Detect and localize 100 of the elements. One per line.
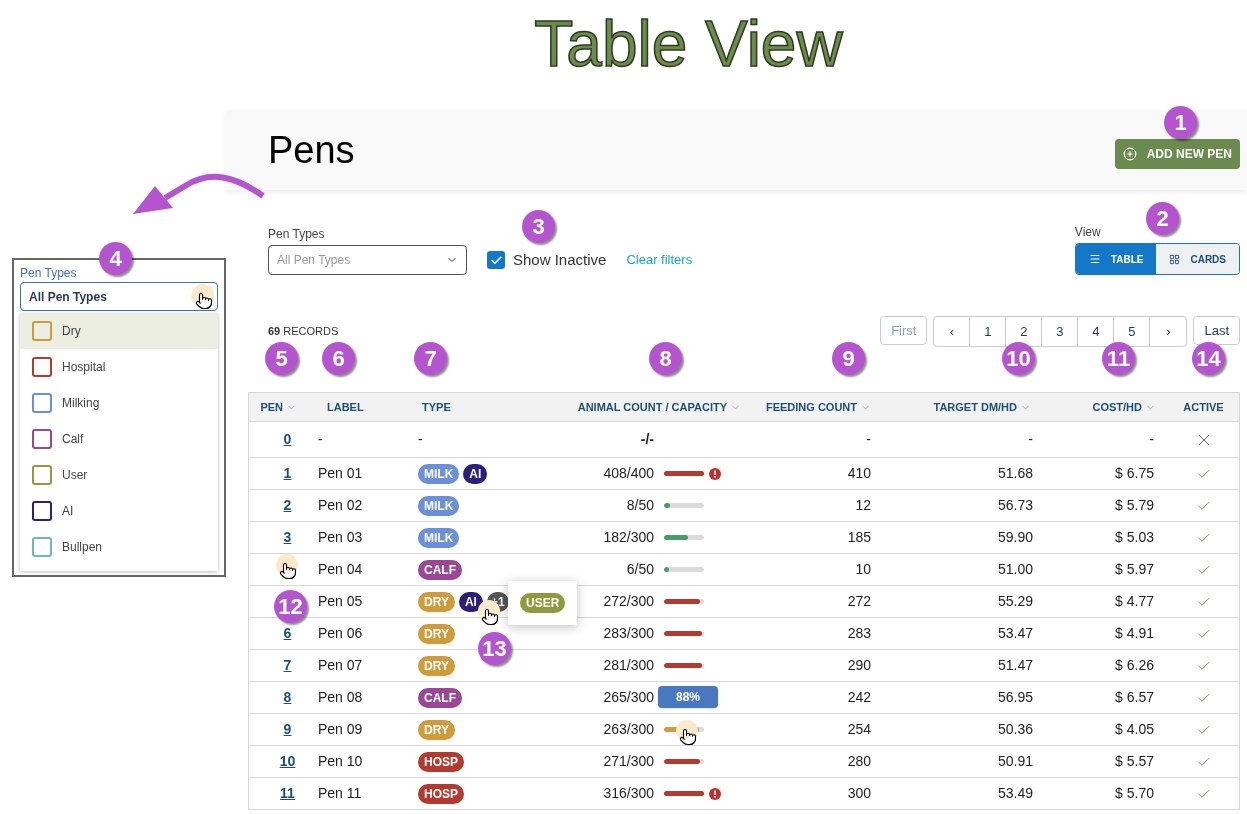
table-cell-text: $ 4.05	[1114, 720, 1155, 739]
table-cell-text: $ 5.97	[1114, 560, 1155, 579]
hand-cursor-icon	[276, 554, 298, 580]
dropdown-option[interactable]: Dry	[20, 313, 218, 349]
column-header[interactable]: FEEDING COUNT	[765, 398, 871, 416]
table-cell-text: Pen 01	[317, 464, 364, 483]
type-tag: HOSP	[418, 751, 464, 772]
field-label: View	[1074, 224, 1102, 241]
table-cell-text: 283	[846, 624, 872, 643]
table-cell-text: Pen 03	[317, 528, 364, 547]
callout-badge: 13	[478, 632, 511, 665]
table-cell-text: Pen 04	[317, 560, 364, 579]
dropdown-option[interactable]: User	[20, 457, 218, 493]
dropdown-option[interactable]: Hospital	[20, 349, 218, 385]
table-cell-text: 271/300	[602, 752, 654, 771]
table-cell-text: 283/300	[602, 624, 654, 643]
hand-cursor-icon	[676, 720, 698, 746]
callout-badge: 2	[1146, 202, 1179, 235]
percent-tooltip: 88%	[658, 686, 718, 708]
table-cell-text: Pen 06	[317, 624, 364, 643]
add-button[interactable]: ADD NEW PEN	[1114, 139, 1240, 169]
callout-badge: 9	[832, 342, 865, 375]
table-cell-text: -/-	[639, 430, 654, 449]
type-tag: MILK	[418, 463, 460, 484]
column-header: LABEL	[327, 399, 364, 415]
pen-link[interactable]: 6	[283, 623, 292, 644]
table-cell-text: 316/300	[602, 784, 654, 803]
pen-link[interactable]: 3	[283, 527, 292, 548]
table-cell-text: 300	[846, 784, 872, 803]
table-cell-text: $ 4.91	[1114, 624, 1155, 643]
table-cell-text: 281/300	[602, 656, 654, 675]
pen-link[interactable]: 10	[279, 751, 296, 772]
table-cell-text: 56.73	[996, 496, 1034, 515]
callout-badge: 3	[522, 210, 555, 243]
option-label: Dry	[62, 323, 81, 340]
type-tag: DRY	[418, 719, 455, 740]
table-cell-text: 280	[846, 752, 872, 771]
pen-link[interactable]: 8	[283, 687, 292, 708]
table-cell-text: Pen 05	[317, 592, 364, 611]
table-cell-text: 272/300	[602, 592, 654, 611]
page-button[interactable]: 1	[970, 317, 1007, 346]
option-label: Hospital	[62, 359, 106, 376]
pen-link[interactable]: 0	[283, 429, 292, 450]
callout-badge: 10	[1002, 342, 1035, 375]
pen-link[interactable]: 1	[283, 463, 292, 484]
field-label: Pen Types	[20, 265, 78, 282]
table-cell-text: $ 6.75	[1114, 464, 1155, 483]
type-tag: MILK	[418, 495, 460, 516]
column-header: ACTIVE	[1183, 399, 1224, 415]
type-tag: HOSP	[418, 783, 464, 804]
dropdown-option[interactable]: Bullpen	[20, 529, 218, 565]
check-icon	[489, 253, 503, 267]
table-cell-text: 12	[854, 496, 872, 515]
table-cell-text: 263/300	[602, 720, 654, 739]
callout-badge: 14	[1192, 342, 1225, 375]
view-toggle[interactable]: CARDS	[1156, 244, 1239, 274]
pen-link[interactable]: 7	[283, 655, 292, 676]
view-toggle[interactable]: TABLE	[1075, 244, 1157, 274]
table-cell-text: Pen 02	[317, 496, 364, 515]
dropdown-option[interactable]: AI	[20, 493, 218, 529]
type-tag: DRY	[418, 623, 455, 644]
column-header[interactable]: COST/HD	[1092, 398, 1156, 416]
table-cell-text: $ 6.26	[1114, 656, 1155, 675]
page-button[interactable]: 3	[1042, 317, 1079, 346]
type-tag: MILK	[418, 527, 460, 548]
dropdown-option[interactable]: Calf	[20, 421, 218, 457]
table-cell-text: 290	[846, 656, 872, 675]
column-header[interactable]: ANIMAL COUNT / CAPACITY	[577, 398, 741, 416]
table-cell-text: Pen 08	[317, 688, 364, 707]
dropdown-option[interactable]: Milking	[20, 385, 218, 421]
type-tag: DRY	[418, 591, 455, 612]
table-cell-text: Pen 10	[317, 752, 364, 771]
table-cell-text: $ 5.70	[1114, 784, 1155, 803]
table-cell-text: 408/400	[602, 464, 654, 483]
callout-badge: 11	[1102, 342, 1135, 375]
option-label: User	[62, 467, 88, 484]
pen-link[interactable]: 2	[283, 495, 292, 516]
table-cell-text: 182/300	[602, 528, 654, 547]
column-header[interactable]: PEN	[260, 398, 297, 416]
checkbox[interactable]	[487, 251, 505, 269]
page-button[interactable]: ‹	[934, 317, 971, 346]
table-cell-text: $ 5.57	[1114, 752, 1155, 771]
table-cell-text: 53.47	[996, 624, 1034, 643]
checkbox-label: Show Inactive	[513, 249, 607, 270]
field-label: Pen Types	[268, 226, 326, 243]
table-cell-text: 51.47	[996, 656, 1034, 675]
column-header[interactable]: TARGET DM/HD	[933, 398, 1031, 416]
page-button[interactable]: ›	[1150, 317, 1187, 346]
option-label: AI	[62, 503, 74, 520]
table-cell-text: Pen 11	[317, 784, 363, 803]
table-cell-text: 254	[846, 720, 872, 739]
table-cell-text: 272	[846, 592, 872, 611]
table-cell-text: 6/50	[625, 560, 654, 579]
table-cell-text: 51.68	[996, 464, 1034, 483]
option-label: Bullpen	[62, 539, 103, 556]
pen-link[interactable]: 9	[283, 719, 292, 740]
table-cell-text: -	[865, 430, 872, 449]
pen-link[interactable]: 11	[280, 783, 295, 804]
records-count: 69 RECORDS	[268, 324, 339, 340]
table-cell-text: 59.90	[996, 528, 1034, 547]
